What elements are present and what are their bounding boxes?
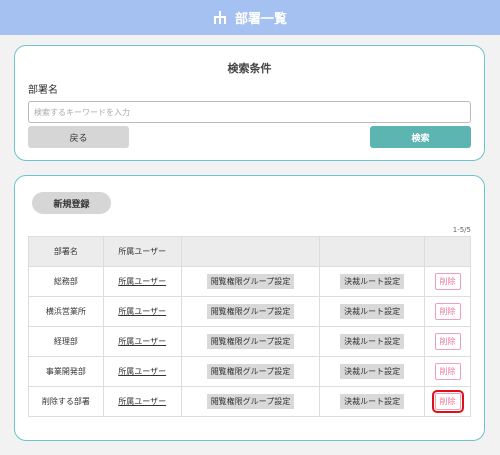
column-header-dept: 部署名 (28, 236, 104, 267)
org-chart-icon (213, 10, 226, 24)
permission-group-button[interactable]: 閲覧権限グループ設定 (206, 274, 295, 289)
table-row: 経理部 所属ユーザー 閲覧権限グループ設定 決裁ルート設定 削除 (28, 326, 471, 357)
table-row: 削除する部署 所属ユーザー 閲覧権限グループ設定 決裁ルート設定 削除 (28, 386, 471, 417)
delete-button-highlighted[interactable]: 削除 (431, 390, 464, 413)
users-link[interactable]: 所属ユーザー (118, 397, 166, 406)
permission-group-button[interactable]: 閲覧権限グループ設定 (206, 394, 295, 409)
dept-name-cell: 事業開発部 (28, 356, 104, 387)
users-link[interactable]: 所属ユーザー (118, 307, 166, 316)
dept-name-cell: 経理部 (28, 326, 104, 357)
new-registration-button[interactable]: 新規登録 (32, 192, 111, 214)
table-header-row: 部署名 所属ユーザー (28, 236, 471, 267)
delete-button[interactable]: 削除 (434, 363, 461, 380)
permission-group-button[interactable]: 閲覧権限グループ設定 (206, 364, 295, 379)
table-row: 横浜営業所 所属ユーザー 閲覧権限グループ設定 決裁ルート設定 削除 (28, 296, 471, 327)
column-header-route (319, 236, 426, 267)
search-button[interactable]: 検索 (370, 126, 471, 148)
delete-button[interactable]: 削除 (434, 303, 461, 320)
users-link[interactable]: 所属ユーザー (118, 337, 166, 346)
department-table: 部署名 所属ユーザー 総務部 所属ユーザー 閲覧権限グループ設定 決裁ルート設定… (28, 236, 471, 417)
dept-name-cell: 削除する部署 (28, 386, 104, 417)
approval-route-button[interactable]: 決裁ルート設定 (340, 394, 405, 409)
dept-name-cell: 総務部 (28, 266, 104, 297)
permission-group-button[interactable]: 閲覧権限グループ設定 (206, 334, 295, 349)
approval-route-button[interactable]: 決裁ルート設定 (340, 304, 405, 319)
dept-name-cell: 横浜営業所 (28, 296, 104, 327)
table-row: 事業開発部 所属ユーザー 閲覧権限グループ設定 決裁ルート設定 削除 (28, 356, 471, 387)
page-title: 部署一覧 (234, 12, 287, 27)
approval-route-button[interactable]: 決裁ルート設定 (340, 274, 405, 289)
search-panel: 検索条件 部署名 戻る 検索 (14, 45, 485, 161)
table-row: 総務部 所属ユーザー 閲覧権限グループ設定 決裁ルート設定 削除 (28, 266, 471, 297)
users-link[interactable]: 所属ユーザー (118, 367, 166, 376)
keyword-input[interactable] (28, 101, 471, 123)
permission-group-button[interactable]: 閲覧権限グループ設定 (206, 304, 295, 319)
column-header-users: 所属ユーザー (102, 236, 182, 267)
back-button[interactable]: 戻る (28, 126, 129, 148)
search-title: 検索条件 (227, 62, 272, 75)
department-list-panel: 新規登録 1-5/5 部署名 所属ユーザー 総務部 所属ユーザー 閲覧権限グルー… (14, 175, 485, 441)
page-header: 部署一覧 (0, 0, 500, 35)
result-count: 1-5/5 (452, 226, 471, 234)
delete-button[interactable]: 削除 (434, 273, 461, 290)
column-header-perm (180, 236, 321, 267)
approval-route-button[interactable]: 決裁ルート設定 (340, 334, 405, 349)
users-link[interactable]: 所属ユーザー (118, 277, 166, 286)
delete-button[interactable]: 削除 (434, 333, 461, 350)
approval-route-button[interactable]: 決裁ルート設定 (340, 364, 405, 379)
column-header-delete (424, 236, 471, 267)
dept-name-label: 部署名 (28, 85, 58, 96)
